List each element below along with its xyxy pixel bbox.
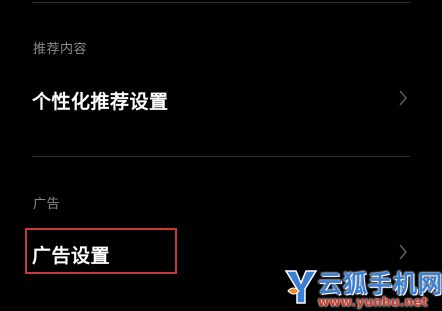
yunhu-logo-icon xyxy=(284,270,318,304)
chevron-right-icon xyxy=(399,244,407,260)
watermark: 云狐手机网 www.yunhu.net xyxy=(282,263,442,311)
chevron-right-icon xyxy=(399,90,407,106)
section-header-ads: 广告 xyxy=(33,197,61,212)
watermark-brand: 云狐手机网 xyxy=(318,270,442,298)
ad-settings-label: 广告设置 xyxy=(32,245,111,267)
section-header-recommended: 推荐内容 xyxy=(33,42,88,57)
personalized-recommendation-settings-item[interactable]: 个性化推荐设置 xyxy=(0,73,442,125)
settings-screen: 推荐内容 个性化推荐设置 广告 广告设置 云狐手机网 www.yunhu.net xyxy=(0,0,442,311)
divider xyxy=(32,2,410,3)
personalized-recommendation-settings-label: 个性化推荐设置 xyxy=(32,91,169,113)
watermark-url: www.yunhu.net xyxy=(318,295,428,309)
divider xyxy=(32,156,410,157)
